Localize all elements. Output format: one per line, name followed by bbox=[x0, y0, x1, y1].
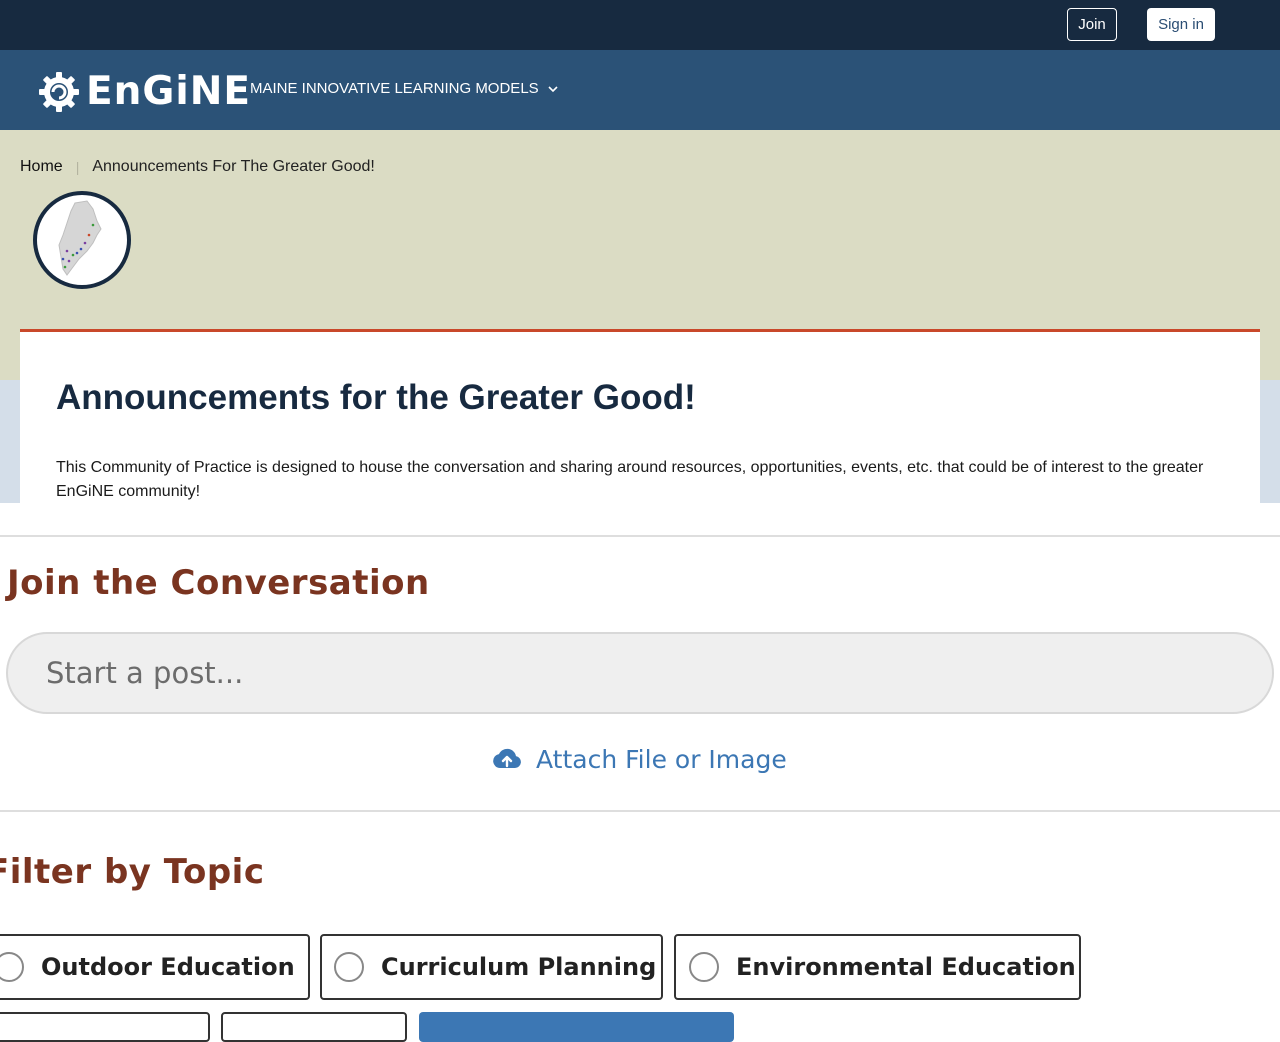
radio-icon[interactable] bbox=[334, 952, 364, 982]
top-utility-bar: Join Sign in bbox=[0, 0, 1280, 50]
main-nav-bar: EnGiNE MAINE INNOVATIVE LEARNING MODELS bbox=[0, 50, 1280, 130]
topic-filter-environmental-education[interactable]: Environmental Education bbox=[674, 934, 1081, 1000]
section-divider bbox=[0, 810, 1280, 812]
section-divider bbox=[0, 535, 1280, 537]
attach-file-button[interactable]: Attach File or Image bbox=[492, 744, 787, 774]
filter-by-topic-heading: Filter by Topic bbox=[0, 852, 265, 892]
join-conversation-heading: Join the Conversation bbox=[7, 563, 430, 603]
topic-label: Curriculum Planning bbox=[381, 953, 657, 981]
breadcrumb-home-link[interactable]: Home bbox=[20, 158, 63, 176]
attach-file-label: Attach File or Image bbox=[536, 744, 787, 774]
topic-filter-outdoor-education[interactable]: Outdoor Education bbox=[0, 934, 310, 1000]
radio-icon[interactable] bbox=[0, 952, 24, 982]
topic-filter-partial[interactable] bbox=[221, 1012, 407, 1042]
cloud-upload-icon bbox=[493, 748, 521, 768]
topic-label: Outdoor Education bbox=[41, 953, 295, 981]
community-avatar bbox=[33, 191, 131, 289]
logo-wordmark: EnGiNE bbox=[86, 69, 252, 114]
maine-map-icon bbox=[58, 200, 102, 276]
breadcrumb-current: Announcements For The Greater Good! bbox=[92, 158, 375, 175]
page-title: Announcements for the Greater Good! bbox=[56, 378, 696, 417]
breadcrumb-separator: | bbox=[75, 159, 80, 175]
nav-dropdown-label: MAINE INNOVATIVE LEARNING MODELS bbox=[250, 80, 539, 97]
start-post-input[interactable] bbox=[6, 632, 1274, 714]
join-button[interactable]: Join bbox=[1067, 8, 1117, 41]
sign-in-button[interactable]: Sign in bbox=[1147, 8, 1215, 41]
community-info-card: Announcements for the Greater Good! This… bbox=[20, 329, 1260, 503]
engine-logo[interactable]: EnGiNE bbox=[38, 69, 251, 114]
radio-icon[interactable] bbox=[689, 952, 719, 982]
topic-label: Environmental Education bbox=[736, 953, 1076, 981]
topic-filter-partial-selected[interactable] bbox=[419, 1012, 734, 1042]
chevron-down-icon bbox=[548, 85, 558, 92]
nav-dropdown-maine-models[interactable]: MAINE INNOVATIVE LEARNING MODELS bbox=[250, 80, 559, 97]
topic-filter-partial[interactable] bbox=[0, 1012, 210, 1042]
breadcrumb: Home | Announcements For The Greater Goo… bbox=[20, 158, 375, 176]
topic-filter-curriculum-planning[interactable]: Curriculum Planning bbox=[320, 934, 663, 1000]
gear-logo-icon bbox=[39, 71, 79, 112]
community-description: This Community of Practice is designed t… bbox=[56, 459, 1204, 500]
